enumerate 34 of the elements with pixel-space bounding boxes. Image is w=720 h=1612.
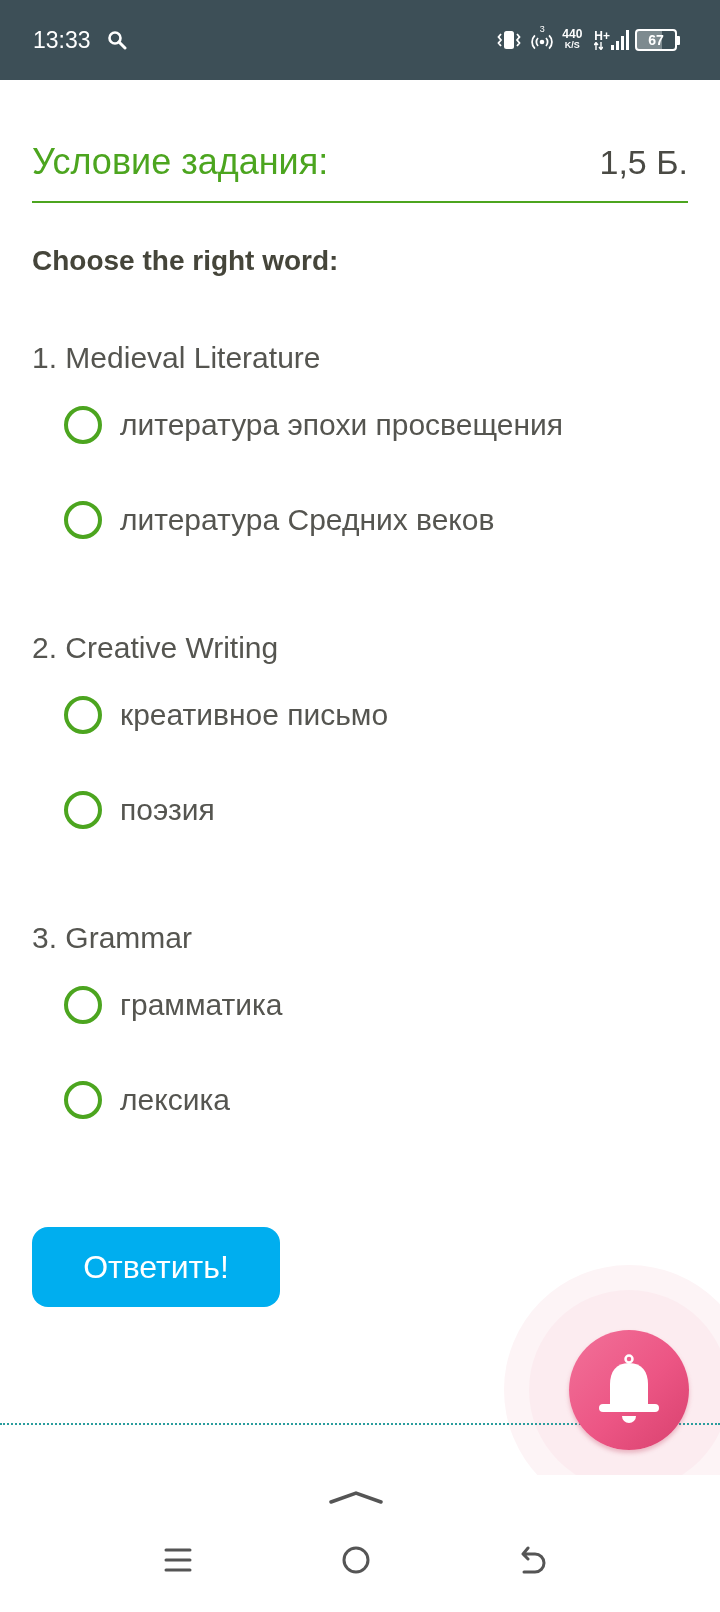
hotspot-icon	[530, 33, 555, 50]
option-label[interactable]: поэзия	[120, 790, 215, 830]
radio-button[interactable]	[64, 406, 102, 444]
radio-button[interactable]	[64, 791, 102, 829]
vibrate-icon	[496, 30, 523, 50]
data-arrows-icon	[594, 42, 604, 50]
question-prompt: 3. Grammar	[32, 920, 193, 956]
back-icon[interactable]	[520, 1546, 548, 1574]
option-label[interactable]: литература Средних веков	[120, 500, 495, 540]
task-title: Условие задания:	[32, 140, 329, 184]
home-circle-icon[interactable]	[342, 1546, 370, 1574]
option-label[interactable]: креативное письмо	[120, 695, 389, 735]
option-label[interactable]: литература эпохи просвещения	[120, 405, 563, 445]
network-type: H+	[594, 30, 610, 42]
search-icon[interactable]	[106, 30, 127, 50]
clock-time: 13:33	[33, 28, 91, 52]
radio-button[interactable]	[64, 1081, 102, 1119]
network-speed-unit: K/S	[564, 40, 580, 51]
battery-indicator: 67	[635, 29, 680, 51]
bell-icon	[598, 1354, 660, 1426]
option-label[interactable]: грамматика	[120, 985, 283, 1025]
hotspot-count: 3	[539, 24, 545, 34]
network-speed-value: 440	[562, 29, 583, 40]
menu-icon[interactable]	[164, 1546, 192, 1574]
question-prompt: 1. Medieval Literature	[32, 340, 321, 376]
radio-button[interactable]	[64, 501, 102, 539]
instruction-text: Choose the right word:	[32, 244, 339, 278]
option-label[interactable]: лексика	[120, 1080, 230, 1120]
question-prompt: 2. Creative Writing	[32, 630, 279, 666]
signal-bars-icon	[611, 30, 629, 50]
chevron-up-icon[interactable]	[329, 1490, 383, 1504]
task-points: 1,5 Б.	[599, 142, 688, 183]
radio-button[interactable]	[64, 986, 102, 1024]
radio-button[interactable]	[64, 696, 102, 734]
